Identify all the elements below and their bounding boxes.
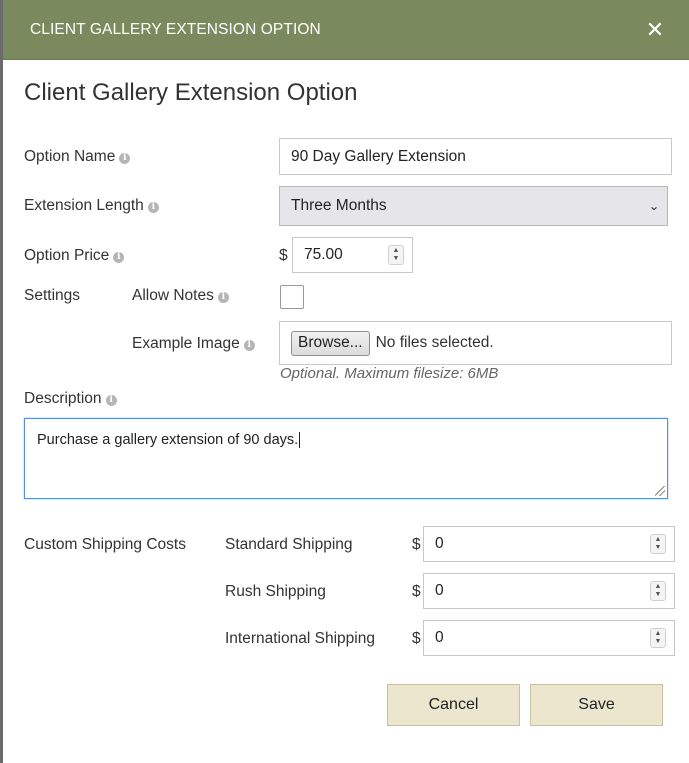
allow-notes-checkbox[interactable] xyxy=(280,285,304,309)
custom-shipping-label: Custom Shipping Costs xyxy=(24,536,186,553)
standard-shipping-value: 0 xyxy=(435,535,444,552)
option-price-value: 75.00 xyxy=(304,246,343,263)
settings-label: Settings xyxy=(24,287,81,304)
price-stepper[interactable]: ▲ ▼ xyxy=(388,245,404,265)
stepper-down-icon: ▼ xyxy=(654,544,662,551)
extension-length-select[interactable]: Three Months ⌄ xyxy=(279,186,668,226)
allow-notes-label: Allow Notes i xyxy=(132,287,229,305)
standard-shipping-label: Standard Shipping xyxy=(225,536,353,553)
currency-symbol: $ xyxy=(412,536,421,553)
info-icon[interactable]: i xyxy=(105,395,117,406)
description-textarea[interactable]: Purchase a gallery extension of 90 days. xyxy=(24,418,668,499)
extension-length-value: Three Months xyxy=(291,197,387,214)
file-hint: Optional. Maximum filesize: 6MB xyxy=(280,365,499,382)
description-label: Description i xyxy=(24,390,117,408)
extension-option-modal: CLIENT GALLERY EXTENSION OPTION ✕ Client… xyxy=(0,0,689,763)
info-icon[interactable]: i xyxy=(243,340,255,351)
stepper-up-icon: ▲ xyxy=(654,630,662,637)
option-name-value: 90 Day Gallery Extension xyxy=(291,147,466,165)
international-shipping-value: 0 xyxy=(435,629,444,646)
international-shipping-label: International Shipping xyxy=(225,630,375,647)
rush-shipping-label: Rush Shipping xyxy=(225,583,326,600)
currency-symbol: $ xyxy=(279,247,288,264)
currency-symbol: $ xyxy=(412,583,421,600)
standard-shipping-stepper[interactable]: ▲ ▼ xyxy=(650,534,666,554)
currency-symbol: $ xyxy=(412,630,421,647)
file-status: No files selected. xyxy=(375,334,494,351)
option-price-input[interactable]: 75.00 ▲ ▼ xyxy=(292,237,413,273)
option-name-label: Option Name i xyxy=(24,148,131,166)
modal-header: CLIENT GALLERY EXTENSION OPTION ✕ xyxy=(3,0,689,60)
info-icon[interactable]: i xyxy=(113,252,125,263)
option-price-label-text: Option Price xyxy=(24,247,110,264)
chevron-down-icon: ⌄ xyxy=(648,199,660,213)
page-title: Client Gallery Extension Option xyxy=(24,79,358,106)
info-icon[interactable]: i xyxy=(147,202,159,213)
stepper-down-icon: ▼ xyxy=(654,638,662,645)
stepper-down-icon: ▼ xyxy=(654,591,662,598)
stepper-up-icon: ▲ xyxy=(654,536,662,543)
cancel-button[interactable]: Cancel xyxy=(387,684,520,726)
option-name-input[interactable]: 90 Day Gallery Extension xyxy=(279,138,672,175)
example-image-file-input[interactable]: Browse... No files selected. xyxy=(279,321,672,365)
save-button[interactable]: Save xyxy=(530,684,663,726)
stepper-up-icon: ▲ xyxy=(392,247,400,254)
modal-header-title: CLIENT GALLERY EXTENSION OPTION xyxy=(30,21,321,38)
option-name-label-text: Option Name xyxy=(24,148,116,165)
example-image-label-text: Example Image xyxy=(132,335,240,352)
allow-notes-label-text: Allow Notes xyxy=(132,287,214,304)
info-icon[interactable]: i xyxy=(119,153,131,164)
international-shipping-input[interactable]: 0 ▲ ▼ xyxy=(423,620,675,656)
standard-shipping-input[interactable]: 0 ▲ ▼ xyxy=(423,526,675,562)
stepper-up-icon: ▲ xyxy=(654,583,662,590)
resize-handle-icon[interactable] xyxy=(655,486,665,496)
text-cursor xyxy=(299,432,301,448)
option-price-label: Option Price i xyxy=(24,247,125,265)
rush-shipping-stepper[interactable]: ▲ ▼ xyxy=(650,581,666,601)
description-value: Purchase a gallery extension of 90 days. xyxy=(37,432,299,448)
browse-button[interactable]: Browse... xyxy=(291,330,370,356)
international-shipping-stepper[interactable]: ▲ ▼ xyxy=(650,628,666,648)
rush-shipping-value: 0 xyxy=(435,582,444,599)
close-icon[interactable]: ✕ xyxy=(645,19,665,41)
stepper-down-icon: ▼ xyxy=(392,255,400,262)
extension-length-label-text: Extension Length xyxy=(24,197,144,214)
example-image-label: Example Image i xyxy=(132,335,255,353)
rush-shipping-input[interactable]: 0 ▲ ▼ xyxy=(423,573,675,609)
description-label-text: Description xyxy=(24,390,102,407)
info-icon[interactable]: i xyxy=(217,292,229,303)
extension-length-label: Extension Length i xyxy=(24,197,159,215)
